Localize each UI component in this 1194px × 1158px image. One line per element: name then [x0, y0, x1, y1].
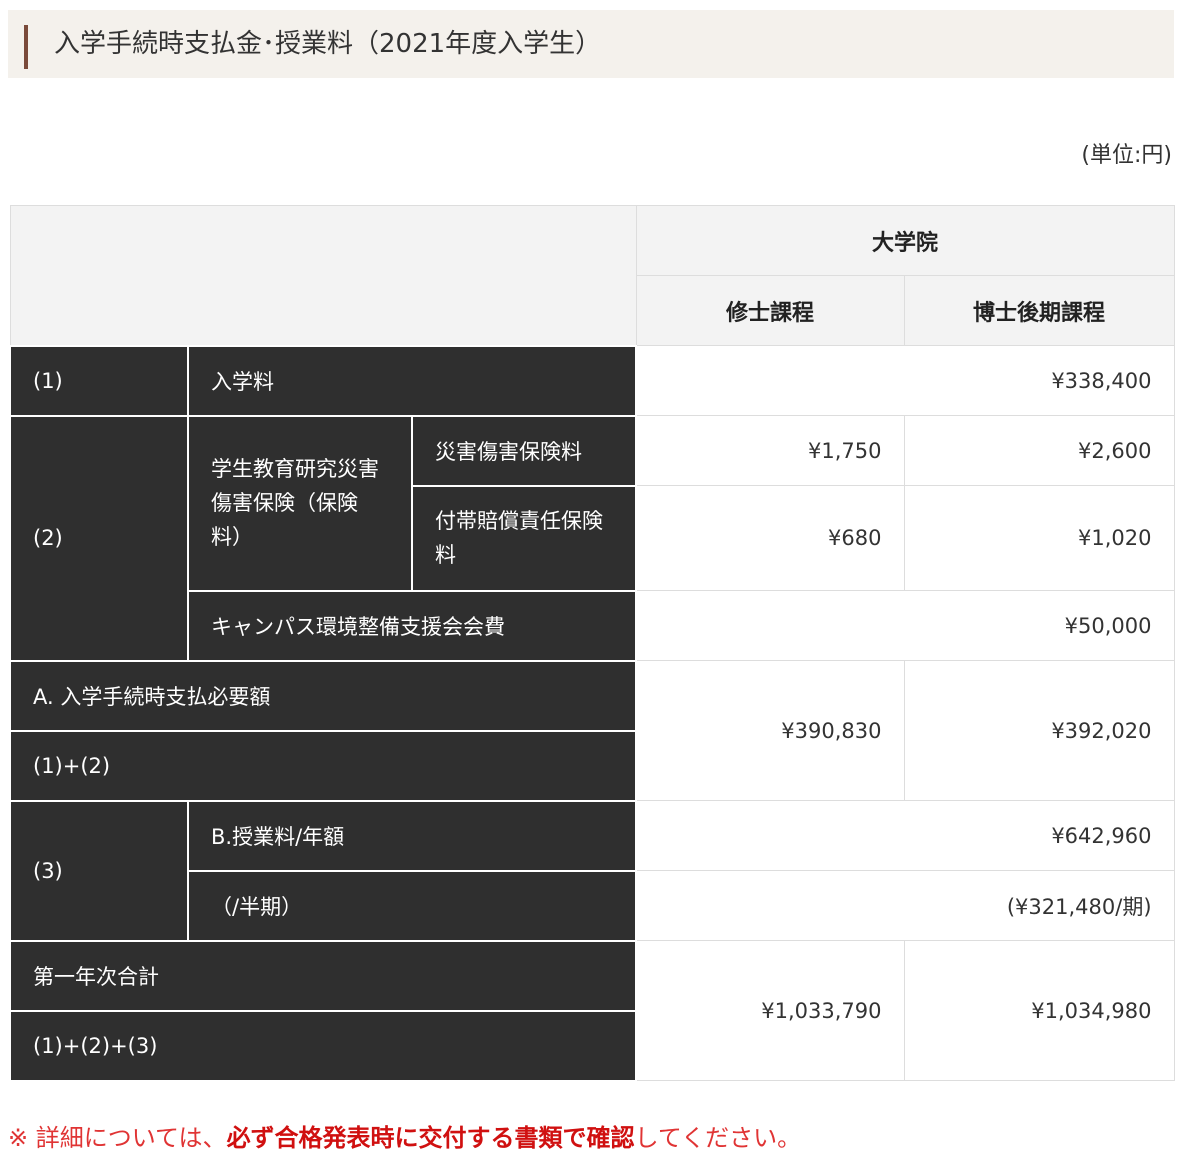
header-row-1: 大学院 [9, 205, 1175, 346]
row2-group-label: 学生教育研究災害傷害保険（保険料） [187, 414, 413, 592]
row2-disaster-master: ¥1,750 [635, 415, 905, 486]
row1-number: (1) [9, 344, 189, 417]
row-tuition-annual: (3) B.授業料/年額 ¥642,960 [9, 799, 1175, 942]
rowA-master: ¥390,830 [635, 660, 905, 801]
row3-number: (3) [9, 799, 189, 942]
row3-half-label: （/半期） [187, 869, 637, 942]
heading-accent-bar [24, 25, 28, 69]
rowA-formula: (1)+(2) [9, 729, 637, 802]
page-title: 入学手続時支払金･授業料（2021年度入学生） [54, 29, 602, 59]
row3-half-value: (¥321,480/期) [635, 870, 1175, 941]
total-formula: (1)+(2)+(3) [9, 1009, 637, 1082]
row2-liability-label: 付帯賠償責任保険料 [411, 484, 637, 592]
row3-annual-label: B.授業料/年額 [187, 799, 637, 872]
row-disaster-insurance: (2) 学生教育研究災害傷害保険（保険料） 災害傷害保険料 ¥1,750 ¥2,… [9, 414, 1175, 662]
fee-table: 大学院 修士課程 博士後期課程 (1) 入学料 ¥338,400 (2) 学生教… [9, 205, 1175, 1082]
unit-label: (単位:円) [1081, 143, 1172, 168]
total-master: ¥1,033,790 [635, 940, 905, 1081]
total-doctor: ¥1,034,980 [903, 940, 1175, 1081]
header-master: 修士課程 [635, 275, 905, 346]
section-heading: 入学手続時支払金･授業料（2021年度入学生） [8, 10, 1174, 78]
row2-liability-master: ¥680 [635, 485, 905, 591]
row-subtotal-a: A. 入学手続時支払必要額 ¥390,830 ¥392,020 [9, 659, 1175, 801]
note-emphasis: 必ず合格発表時に交付する書類で確認 [226, 1124, 635, 1152]
header-doctor: 博士後期課程 [903, 275, 1175, 346]
note-suffix: してください。 [634, 1124, 802, 1152]
row2-campus-value: ¥50,000 [635, 590, 1175, 661]
row2-number: (2) [9, 414, 189, 662]
row2-disaster-label: 災害傷害保険料 [411, 414, 637, 487]
note-prefix: 詳細については、 [35, 1124, 227, 1152]
header-blank-cell [9, 205, 637, 346]
total-label: 第一年次合計 [9, 939, 637, 1012]
row2-campus-label: キャンパス環境整備支援会会費 [187, 589, 637, 662]
note-mark: ※ [8, 1124, 29, 1152]
rowA-label: A. 入学手続時支払必要額 [9, 659, 637, 732]
row1-value: ¥338,400 [635, 345, 1175, 416]
row2-disaster-doctor: ¥2,600 [903, 415, 1175, 486]
row3-annual-value: ¥642,960 [635, 800, 1175, 871]
row1-label: 入学料 [187, 344, 637, 417]
header-graduate: 大学院 [635, 205, 1175, 276]
footnote: ※ 詳細については、必ず合格発表時に交付する書類で確認してください。 [8, 1122, 801, 1154]
row-admission-fee: (1) 入学料 ¥338,400 [9, 344, 1175, 417]
row-first-year-total: 第一年次合計 ¥1,033,790 ¥1,034,980 [9, 939, 1175, 1081]
rowA-doctor: ¥392,020 [903, 660, 1175, 801]
row2-liability-doctor: ¥1,020 [903, 485, 1175, 591]
